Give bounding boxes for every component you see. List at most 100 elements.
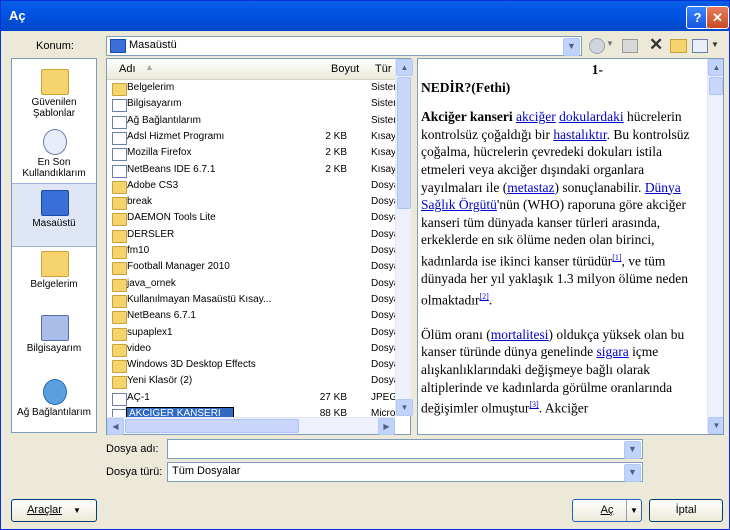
file-type: Dosya [371, 375, 395, 387]
file-row[interactable]: NetBeans 6.7.1 Dosya [107, 309, 395, 325]
file-name: DERSLER [127, 228, 175, 240]
back-icon[interactable] [589, 38, 605, 54]
folder-icon [112, 278, 127, 292]
file-row[interactable]: Ağ Bağlantılarım Sistem [107, 114, 395, 130]
back-dropdown-icon[interactable]: ▼ [606, 39, 614, 48]
vertical-scrollbar[interactable]: ▲ ▼ [395, 59, 413, 416]
file-row[interactable]: Yeni Klasör (2) Dosya [107, 374, 395, 390]
hscroll-thumb[interactable] [125, 419, 299, 433]
place-desktop[interactable]: Masaüstü [12, 183, 96, 247]
file-row[interactable]: Windows 3D Desktop Effects Dosya [107, 358, 395, 374]
file-row[interactable]: fm10 Dosya [107, 244, 395, 260]
place-label: Bilgisayarım [26, 343, 82, 354]
link-metastaz[interactable]: metastaz [507, 180, 554, 195]
chevron-down-icon[interactable]: ▼ [563, 38, 580, 56]
file-row[interactable]: Football Manager 2010 Dosya [107, 260, 395, 276]
tools-label: Araçlar [27, 504, 62, 516]
network-icon [112, 115, 127, 129]
scroll-up-button[interactable]: ▲ [396, 59, 413, 76]
computer-icon [112, 99, 127, 113]
horizontal-scrollbar[interactable]: ◀ ▶ [107, 417, 395, 435]
file-row[interactable]: NetBeans IDE 6.7.1 2 KB Kısayol [107, 163, 395, 179]
scroll-down-button[interactable]: ▼ [396, 399, 413, 416]
column-type[interactable]: Tür [375, 63, 392, 75]
firefox-icon [112, 148, 127, 162]
cancel-label: İptal [675, 504, 697, 516]
file-name: supaplex1 [127, 326, 173, 338]
file-row[interactable]: break Dosya [107, 195, 395, 211]
views-dropdown-icon[interactable]: ▼ [711, 40, 719, 49]
desktop-icon [110, 39, 126, 53]
place-network[interactable]: Ağ Bağlantılarım [12, 373, 96, 435]
link-dokulardaki[interactable]: dokulardaki [559, 109, 623, 124]
file-row[interactable]: supaplex1 Dosya [107, 326, 395, 342]
folder-icon [112, 197, 127, 211]
filetype-select[interactable]: Tüm Dosyalar ▼ [167, 462, 643, 482]
recent-icon [43, 129, 67, 155]
filename-input[interactable]: ▼ [167, 439, 643, 459]
lookin-combo[interactable]: Masaüstü ▼ [106, 36, 582, 56]
chevron-down-icon[interactable]: ▼ [626, 500, 641, 521]
place-recent[interactable]: En Son Kullandıklarım [12, 123, 96, 185]
folder-icon [112, 229, 127, 243]
preview-scrollbar[interactable]: ▲ ▼ [707, 59, 723, 434]
views-icon[interactable] [692, 39, 708, 53]
file-row[interactable]: java_ornek Dosya [107, 277, 395, 293]
file-row[interactable]: Mozilla Firefox 2 KB Kısayol [107, 146, 395, 162]
ref-link[interactable]: [3] [529, 400, 538, 409]
link-akciger[interactable]: akciğer [516, 109, 556, 124]
folder-icon [112, 311, 127, 325]
place-label: Masaüstü [32, 218, 76, 229]
delete-icon[interactable]: ✕ [649, 35, 663, 55]
link-mortalitesi[interactable]: mortalitesi [491, 327, 549, 342]
file-type: Dosya [371, 359, 395, 371]
file-name: Kullanılmayan Masaüstü Kısay... [127, 293, 272, 305]
column-size[interactable]: Boyut [331, 63, 359, 75]
file-name: Football Manager 2010 [127, 261, 230, 273]
place-documents[interactable]: Belgelerim [12, 245, 96, 307]
ref-link[interactable]: [2] [479, 292, 488, 301]
file-type: Sistem [371, 114, 395, 126]
scroll-thumb[interactable] [709, 77, 723, 95]
ref-link[interactable]: [1] [612, 253, 621, 262]
scroll-up-button[interactable]: ▲ [708, 59, 723, 76]
column-name[interactable]: Adı [119, 63, 136, 75]
folder-icon [112, 213, 127, 227]
close-button[interactable]: ✕ [706, 6, 729, 29]
place-label: En Son Kullandıklarım [22, 157, 86, 179]
file-type: Dosya [371, 326, 395, 338]
title-bar[interactable]: Aç ? ✕ [1, 1, 729, 31]
place-label: Belgelerim [30, 279, 78, 290]
scroll-thumb[interactable] [397, 77, 411, 209]
link-sigara[interactable]: sigara [596, 344, 628, 359]
places-bar: Güvenilen Şablonlar En Son Kullandıkları… [11, 58, 97, 433]
cancel-button[interactable]: İptal [649, 499, 723, 522]
file-row[interactable]: DAEMON Tools Lite Dosya [107, 211, 395, 227]
up-folder-icon[interactable] [622, 39, 638, 53]
chevron-down-icon[interactable]: ▼ [624, 464, 641, 482]
file-name: java_ornek [127, 277, 176, 289]
file-row[interactable]: Adsl Hizmet Programı 2 KB Kısayol [107, 130, 395, 146]
scroll-left-button[interactable]: ◀ [107, 418, 124, 435]
file-row[interactable]: Belgelerim Sistem [107, 81, 395, 97]
place-computer[interactable]: Bilgisayarım [12, 309, 96, 371]
file-row[interactable]: AÇ-1 27 KB JPEG [107, 391, 395, 407]
scroll-right-button[interactable]: ▶ [378, 418, 395, 435]
open-button[interactable]: Aç ▼ [572, 499, 642, 522]
file-type: Dosya [371, 245, 395, 256]
file-row[interactable]: Kullanılmayan Masaüstü Kısay... Dosya [107, 293, 395, 309]
new-folder-icon[interactable] [670, 39, 687, 53]
tools-button[interactable]: Araçlar ▼ [11, 499, 97, 522]
file-row[interactable]: Adobe CS3 Dosya [107, 179, 395, 195]
link-hastaliktir[interactable]: hastalıktır [553, 127, 606, 142]
scroll-down-button[interactable]: ▼ [708, 417, 723, 434]
file-type: Dosya [371, 212, 395, 224]
lookin-value: Masaüstü [129, 39, 177, 51]
file-row[interactable]: DERSLER Dosya [107, 228, 395, 244]
place-trusted-templates[interactable]: Güvenilen Şablonlar [12, 63, 96, 125]
place-label: Ağ Bağlantılarım [17, 407, 91, 418]
file-row[interactable]: Bilgisayarım Sistem [107, 97, 395, 113]
chevron-down-icon[interactable]: ▼ [624, 441, 641, 459]
file-row[interactable]: video Dosya [107, 342, 395, 358]
file-type: Sistem [371, 82, 395, 93]
